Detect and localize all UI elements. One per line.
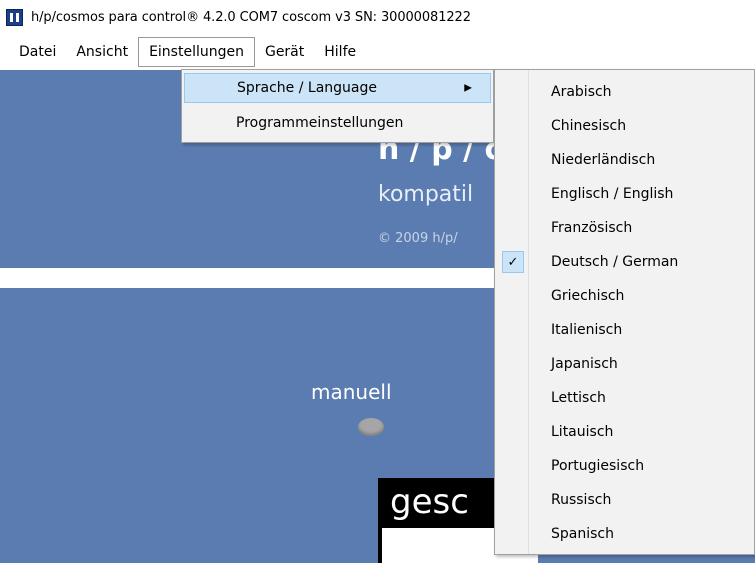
- language-label: Deutsch / German: [551, 254, 679, 270]
- language-label: Litauisch: [551, 424, 614, 440]
- splash-subtitle: kompatil: [378, 182, 474, 207]
- language-label: Russisch: [551, 492, 612, 508]
- language-item-italienisch[interactable]: Italienisch: [496, 313, 754, 347]
- language-item-griechisch[interactable]: Griechisch: [496, 279, 754, 313]
- language-item-lettisch[interactable]: Lettisch: [496, 381, 754, 415]
- language-item-chinesisch[interactable]: Chinesisch: [496, 109, 754, 143]
- menu-geraet[interactable]: Gerät: [255, 37, 314, 67]
- einstellungen-dropdown: Sprache / Language ▶ Programmeinstellung…: [181, 69, 494, 143]
- language-label: Griechisch: [551, 288, 625, 304]
- language-item-arabisch[interactable]: Arabisch: [496, 75, 754, 109]
- menu-einstellungen[interactable]: Einstellungen: [138, 37, 255, 67]
- language-item-franzoesisch[interactable]: Französisch: [496, 211, 754, 245]
- title-bar: h/p/cosmos para control® 4.2.0 COM7 cosc…: [0, 0, 755, 34]
- language-label: Chinesisch: [551, 118, 627, 134]
- language-label: Englisch / English: [551, 186, 674, 202]
- splash-copyright: © 2009 h/p/: [378, 231, 458, 246]
- language-label: Portugiesisch: [551, 458, 645, 474]
- language-submenu: Arabisch Chinesisch Niederländisch Engli…: [494, 69, 755, 555]
- window-title: h/p/cosmos para control® 4.2.0 COM7 cosc…: [31, 9, 471, 25]
- language-item-spanisch[interactable]: Spanisch: [496, 517, 754, 551]
- menu-datei[interactable]: Datei: [9, 37, 66, 67]
- language-item-litauisch[interactable]: Litauisch: [496, 415, 754, 449]
- language-label: Japanisch: [551, 356, 618, 372]
- panel-label: gesc: [390, 482, 469, 522]
- app-icon[interactable]: [6, 8, 23, 26]
- menu-bar: Datei Ansicht Einstellungen Gerät Hilfe: [0, 34, 755, 70]
- menu-item-sprache[interactable]: Sprache / Language ▶: [184, 73, 491, 103]
- language-item-russisch[interactable]: Russisch: [496, 483, 754, 517]
- submenu-arrow-icon: ▶: [464, 82, 472, 94]
- language-label: Arabisch: [551, 84, 612, 100]
- mode-label: manuell: [311, 380, 392, 404]
- language-item-portugiesisch[interactable]: Portugiesisch: [496, 449, 754, 483]
- menu-item-label: Programmeinstellungen: [236, 115, 404, 131]
- language-item-niederlaendisch[interactable]: Niederländisch: [496, 143, 754, 177]
- language-item-englisch[interactable]: Englisch / English: [496, 177, 754, 211]
- status-led-icon[interactable]: [358, 418, 384, 436]
- menu-item-programmeinstellungen[interactable]: Programmeinstellungen: [184, 108, 491, 138]
- language-label: Lettisch: [551, 390, 606, 406]
- checkmark-icon: ✓: [502, 251, 524, 273]
- language-label: Italienisch: [551, 322, 623, 338]
- language-label: Niederländisch: [551, 152, 656, 168]
- language-item-deutsch[interactable]: ✓ Deutsch / German: [496, 245, 754, 279]
- menu-ansicht[interactable]: Ansicht: [66, 37, 138, 67]
- menu-hilfe[interactable]: Hilfe: [314, 37, 366, 67]
- language-label: Spanisch: [551, 526, 614, 542]
- language-label: Französisch: [551, 220, 633, 236]
- language-item-japanisch[interactable]: Japanisch: [496, 347, 754, 381]
- menu-item-label: Sprache / Language: [237, 80, 377, 96]
